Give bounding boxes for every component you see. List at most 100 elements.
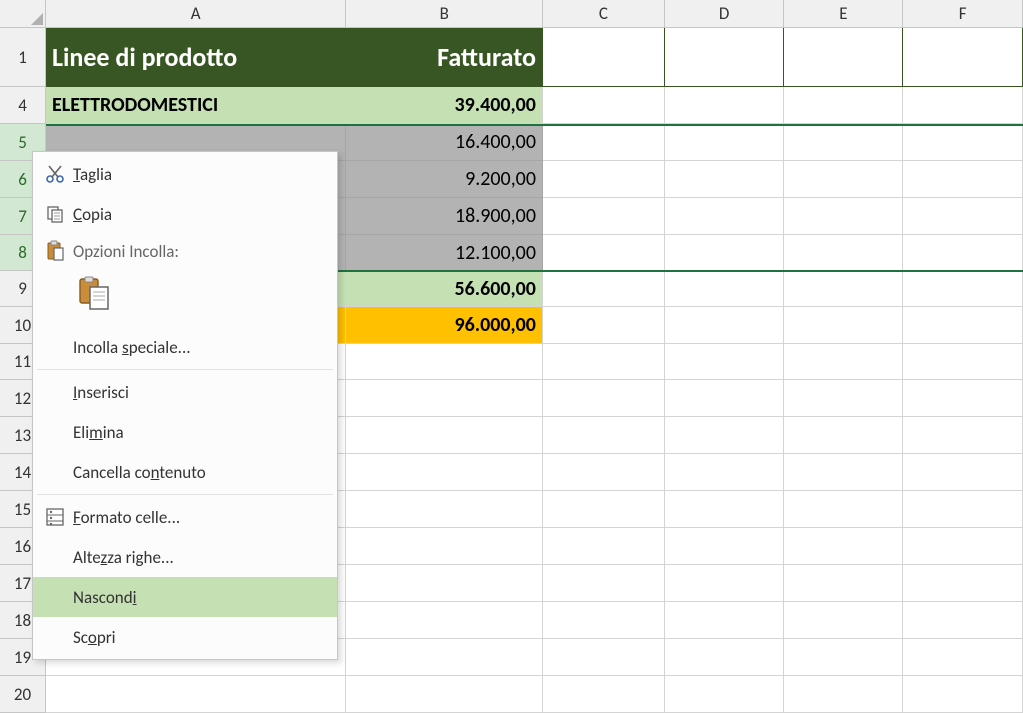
cell[interactable] xyxy=(665,124,785,161)
cell[interactable] xyxy=(903,676,1023,713)
cell[interactable] xyxy=(784,676,903,713)
menu-cut[interactable]: Taglia xyxy=(33,154,337,194)
row-header-20[interactable]: 20 xyxy=(0,676,46,713)
menu-copy[interactable]: Copia xyxy=(33,194,337,234)
cell[interactable] xyxy=(903,87,1023,124)
cell[interactable] xyxy=(346,491,543,528)
cell[interactable] xyxy=(665,344,785,380)
cell[interactable] xyxy=(543,307,665,344)
cell[interactable] xyxy=(784,271,903,307)
menu-clear-contents[interactable]: Cancella contenuto xyxy=(33,452,337,492)
cell[interactable] xyxy=(346,676,543,713)
cell[interactable] xyxy=(784,307,903,344)
cell[interactable] xyxy=(665,565,785,602)
select-all-corner[interactable] xyxy=(0,0,46,28)
cell[interactable] xyxy=(46,676,346,713)
cell[interactable] xyxy=(665,417,785,454)
cell[interactable] xyxy=(903,198,1023,235)
column-header-E[interactable]: E xyxy=(784,0,903,27)
cell[interactable] xyxy=(665,380,785,417)
cell[interactable] xyxy=(543,565,665,602)
cell[interactable] xyxy=(665,161,785,198)
menu-row-height[interactable]: Altezza righe... xyxy=(33,537,337,577)
cell[interactable] xyxy=(665,528,785,565)
cell[interactable] xyxy=(543,676,665,713)
cell[interactable] xyxy=(903,380,1023,417)
cell[interactable]: ELETTRODOMESTICI xyxy=(46,87,346,124)
cell[interactable] xyxy=(543,28,665,87)
cell[interactable] xyxy=(665,491,785,528)
menu-unhide[interactable]: Scopri xyxy=(33,617,337,657)
cell[interactable] xyxy=(903,307,1023,344)
column-header-B[interactable]: B xyxy=(346,0,543,27)
column-header-D[interactable]: D xyxy=(665,0,785,27)
cell[interactable] xyxy=(784,454,903,491)
cell[interactable] xyxy=(784,491,903,528)
cell[interactable] xyxy=(543,235,665,271)
cell[interactable] xyxy=(346,528,543,565)
cell[interactable] xyxy=(543,198,665,235)
cell[interactable] xyxy=(543,417,665,454)
cell[interactable] xyxy=(784,528,903,565)
cell[interactable] xyxy=(543,528,665,565)
cell[interactable] xyxy=(784,344,903,380)
cell[interactable] xyxy=(665,235,785,271)
cell[interactable] xyxy=(543,454,665,491)
cell[interactable] xyxy=(903,28,1023,87)
cell[interactable] xyxy=(543,491,665,528)
cell[interactable] xyxy=(665,307,785,344)
cell[interactable] xyxy=(543,271,665,307)
cell[interactable]: Fatturato xyxy=(346,28,543,87)
cell[interactable] xyxy=(665,454,785,491)
row-header-4[interactable]: 4 xyxy=(0,87,46,124)
cell[interactable] xyxy=(903,161,1023,198)
cell[interactable] xyxy=(346,344,543,380)
cell[interactable] xyxy=(665,198,785,235)
column-header-A[interactable]: A xyxy=(46,0,346,27)
cell[interactable] xyxy=(784,380,903,417)
cell[interactable] xyxy=(665,676,785,713)
cell[interactable] xyxy=(903,271,1023,307)
column-header-C[interactable]: C xyxy=(543,0,665,27)
cell[interactable] xyxy=(543,124,665,161)
cell[interactable] xyxy=(903,417,1023,454)
cell[interactable]: Linee di prodotto xyxy=(46,28,346,87)
cell[interactable] xyxy=(784,28,903,87)
cell[interactable] xyxy=(903,639,1023,676)
cell[interactable] xyxy=(784,87,903,124)
menu-insert[interactable]: Inserisci xyxy=(33,372,337,412)
menu-delete[interactable]: Elimina xyxy=(33,412,337,452)
cell[interactable] xyxy=(784,602,903,639)
cell[interactable] xyxy=(903,528,1023,565)
cell[interactable] xyxy=(903,491,1023,528)
menu-hide[interactable]: Nascondi xyxy=(33,577,337,617)
row-header-1[interactable]: 1 xyxy=(0,28,46,87)
column-header-F[interactable]: F xyxy=(903,0,1023,27)
cell[interactable] xyxy=(543,602,665,639)
paste-default-button[interactable] xyxy=(73,272,115,319)
cell[interactable] xyxy=(784,417,903,454)
cell[interactable]: 18.900,00 xyxy=(346,198,543,235)
cell[interactable]: 9.200,00 xyxy=(346,161,543,198)
cell[interactable] xyxy=(665,28,785,87)
cell[interactable] xyxy=(346,380,543,417)
cell[interactable] xyxy=(784,161,903,198)
cell[interactable] xyxy=(346,565,543,602)
cell[interactable] xyxy=(346,454,543,491)
cell[interactable] xyxy=(903,454,1023,491)
cell[interactable] xyxy=(346,602,543,639)
cell[interactable] xyxy=(543,639,665,676)
cell[interactable]: 39.400,00 xyxy=(346,87,543,124)
menu-format-cells[interactable]: Formato celle... xyxy=(33,497,337,537)
cell[interactable] xyxy=(665,87,785,124)
cell[interactable] xyxy=(784,639,903,676)
cell[interactable] xyxy=(543,380,665,417)
cell[interactable]: 56.600,00 xyxy=(346,271,543,307)
cell[interactable] xyxy=(346,639,543,676)
cell[interactable] xyxy=(903,124,1023,161)
cell[interactable] xyxy=(346,417,543,454)
cell[interactable] xyxy=(665,639,785,676)
cell[interactable] xyxy=(903,344,1023,380)
cell[interactable] xyxy=(665,602,785,639)
cell[interactable] xyxy=(543,344,665,380)
